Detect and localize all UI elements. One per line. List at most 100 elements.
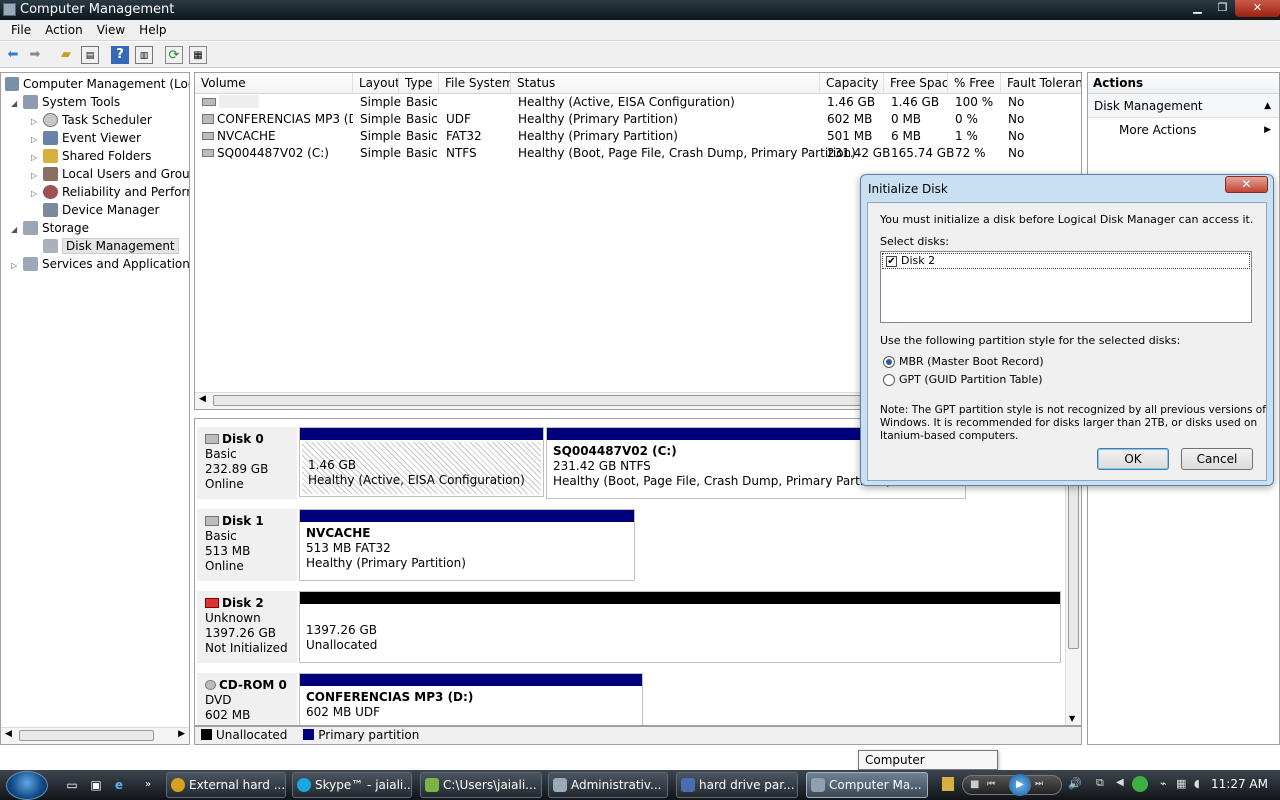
tree-item-services-and-applications[interactable]: ▷ Services and Applications [11, 255, 189, 273]
disk-icon [205, 434, 219, 444]
usb-tray-icon[interactable]: ⌁ [1160, 777, 1167, 790]
show-hide-action-pane-icon[interactable]: ▥ [135, 46, 153, 64]
ok-button[interactable]: OK [1097, 448, 1169, 470]
table-row[interactable]: NVCACHE Simple Basic FAT32 Healthy (Prim… [195, 128, 1081, 145]
tree-horizontal-scrollbar[interactable]: ◀ ▶ [1, 727, 189, 744]
disk-management-icon [43, 239, 58, 253]
switch-windows-icon[interactable]: ▣ [88, 777, 104, 793]
volume-icon[interactable]: 🔊 [1068, 777, 1082, 790]
stop-icon[interactable]: ■ [970, 779, 979, 790]
speaker-tray-icon[interactable]: ◖ [1194, 777, 1200, 790]
tree-item-computer-management[interactable]: Computer Management (Local [5, 75, 189, 93]
cdrom-0-label[interactable]: CD-ROM 0 DVD 602 MB [197, 673, 297, 725]
table-row[interactable]: SQ004487V02 (C:) Simple Basic NTFS Healt… [195, 145, 1081, 162]
disk-0-label[interactable]: Disk 0 Basic 232.89 GB Online [197, 427, 297, 499]
start-button[interactable] [6, 771, 48, 800]
more-actions-item[interactable]: More Actions ▶ [1088, 118, 1279, 142]
up-folder-icon[interactable]: ▰ [57, 46, 75, 64]
mbr-label[interactable]: MBR (Master Boot Record) [899, 355, 1044, 368]
tray-expand-icon[interactable]: ◀ [1116, 777, 1124, 788]
dialog-close-button[interactable]: ✕ [1225, 176, 1268, 193]
disk-1-label[interactable]: Disk 1 Basic 513 MB Online [197, 509, 297, 581]
performance-icon [43, 185, 58, 199]
column-free-space[interactable]: Free Space [884, 73, 948, 94]
close-button[interactable]: ✕ [1235, 0, 1280, 17]
gpt-label[interactable]: GPT (GUID Partition Table) [899, 373, 1043, 386]
partition-disk1-nvcache[interactable]: NVCACHE 513 MB FAT32 Healthy (Primary Pa… [299, 509, 635, 581]
tree-item-event-viewer[interactable]: ▷ Event Viewer [31, 129, 141, 147]
window-titlebar[interactable]: Computer Management ▁ ❐ ✕ [0, 0, 1280, 20]
scrollbar-thumb[interactable] [19, 730, 154, 741]
column-file-system[interactable]: File System [439, 73, 511, 94]
collapse-up-icon[interactable]: ▲ [1264, 94, 1271, 118]
taskbar-item-explorer[interactable]: C:\Users\jaiali... [420, 772, 542, 798]
taskbar-item-skype[interactable]: Skype™ - jaiali... [292, 772, 412, 798]
minimize-button[interactable]: ▁ [1185, 0, 1210, 17]
show-desktop-icon[interactable]: ▭ [64, 777, 80, 793]
scroll-right-icon[interactable]: ▶ [178, 729, 185, 739]
mbr-radio[interactable] [883, 356, 895, 368]
menu-help[interactable]: Help [132, 20, 173, 40]
users-icon [43, 167, 58, 181]
partition-disk2-unallocated[interactable]: 1397.26 GB Unallocated [299, 591, 1061, 663]
security-tray-icon[interactable] [1132, 776, 1148, 792]
list-item[interactable]: ✔ Disk 2 [882, 253, 1250, 269]
table-row[interactable]: CONFERENCIAS MP3 (D:) Simple Basic UDF H… [195, 111, 1081, 128]
forward-arrow-icon[interactable]: ➡ [26, 46, 44, 64]
menu-file[interactable]: File [4, 20, 38, 40]
taskbar-item-computer-management[interactable]: Computer Ma... [806, 772, 928, 798]
previous-icon[interactable]: ⏮ [987, 779, 995, 789]
tree-item-local-users-and-groups[interactable]: ▷ Local Users and Groups [31, 165, 189, 183]
internet-explorer-icon[interactable]: e [111, 777, 127, 793]
cd-drive-icon [202, 114, 214, 124]
disk-2-label[interactable]: Disk 2 Unknown 1397.26 GB Not Initialize… [197, 591, 297, 663]
network-tray-icon[interactable]: ▦ [1176, 777, 1186, 790]
scroll-left-icon[interactable]: ◀ [199, 394, 206, 404]
refresh-icon[interactable]: ⟳ [165, 46, 183, 64]
column-fault-tolerance[interactable]: Fault Toleranc [1001, 73, 1081, 94]
table-row[interactable]: Simple Basic Healthy (Active, EISA Confi… [195, 94, 1081, 111]
column-volume[interactable]: Volume [195, 73, 353, 94]
quick-launch-expand-icon[interactable]: » [140, 777, 156, 793]
column-type[interactable]: Type [399, 73, 439, 94]
tree-item-disk-management[interactable]: Disk Management [31, 237, 179, 255]
partition-cdrom-d[interactable]: CONFERENCIAS MP3 (D:) 602 MB UDF [299, 673, 643, 725]
disk-2-checkbox[interactable]: ✔ [886, 256, 897, 267]
next-icon[interactable]: ⏭ [1035, 779, 1043, 789]
cancel-button[interactable]: Cancel [1181, 448, 1253, 470]
media-menu-icon[interactable]: ⧉ [1096, 776, 1104, 790]
tree-item-task-scheduler[interactable]: ▷ Task Scheduler [31, 111, 152, 129]
disk-selection-list[interactable]: ✔ Disk 2 [880, 251, 1252, 323]
services-icon [23, 257, 38, 271]
scroll-down-icon[interactable]: ▼ [1069, 714, 1075, 723]
maximize-button[interactable]: ❐ [1210, 0, 1235, 17]
gpt-radio[interactable] [883, 374, 895, 386]
back-arrow-icon[interactable]: ⬅ [4, 46, 22, 64]
taskbar-item-chrome[interactable]: External hard ... [166, 772, 286, 798]
media-controls: ■ ⏮ ▶ ⏭ [962, 774, 1062, 796]
taskbar-clock[interactable]: 11:27 AM [1211, 777, 1268, 791]
partition-disk0-eisa[interactable]: 1.46 GB Healthy (Active, EISA Configurat… [299, 427, 544, 497]
help-icon[interactable]: ? [111, 46, 129, 64]
media-player-icon[interactable] [942, 777, 954, 791]
column-status[interactable]: Status [511, 73, 820, 94]
taskbar-item-document[interactable]: hard drive par... [676, 772, 798, 798]
tree-item-system-tools[interactable]: ◢ System Tools [11, 93, 120, 111]
play-icon[interactable]: ▶ [1009, 774, 1031, 796]
actions-disk-management[interactable]: Disk Management ▲ [1088, 94, 1279, 118]
menu-view[interactable]: View [90, 20, 132, 40]
menu-action[interactable]: Action [38, 20, 90, 40]
column-layout[interactable]: Layout [353, 73, 399, 94]
tree-item-reliability-and-performance[interactable]: ▷Reliability and Performa [31, 183, 189, 201]
show-hide-tree-icon[interactable]: ▤ [81, 46, 99, 64]
taskbar-item-administrative-tools[interactable]: Administrativ... [548, 772, 668, 798]
unallocated-bar [300, 592, 1060, 604]
properties-icon[interactable]: ▦ [189, 46, 207, 64]
scroll-left-icon[interactable]: ◀ [5, 729, 12, 739]
tree-item-storage[interactable]: ◢ Storage [11, 219, 89, 237]
tree-item-shared-folders[interactable]: ▷ Shared Folders [31, 147, 151, 165]
primary-partition-bar [300, 428, 543, 440]
column-capacity[interactable]: Capacity [820, 73, 884, 94]
column-percent-free[interactable]: % Free [948, 73, 1001, 94]
tree-item-device-manager[interactable]: Device Manager [31, 201, 159, 219]
